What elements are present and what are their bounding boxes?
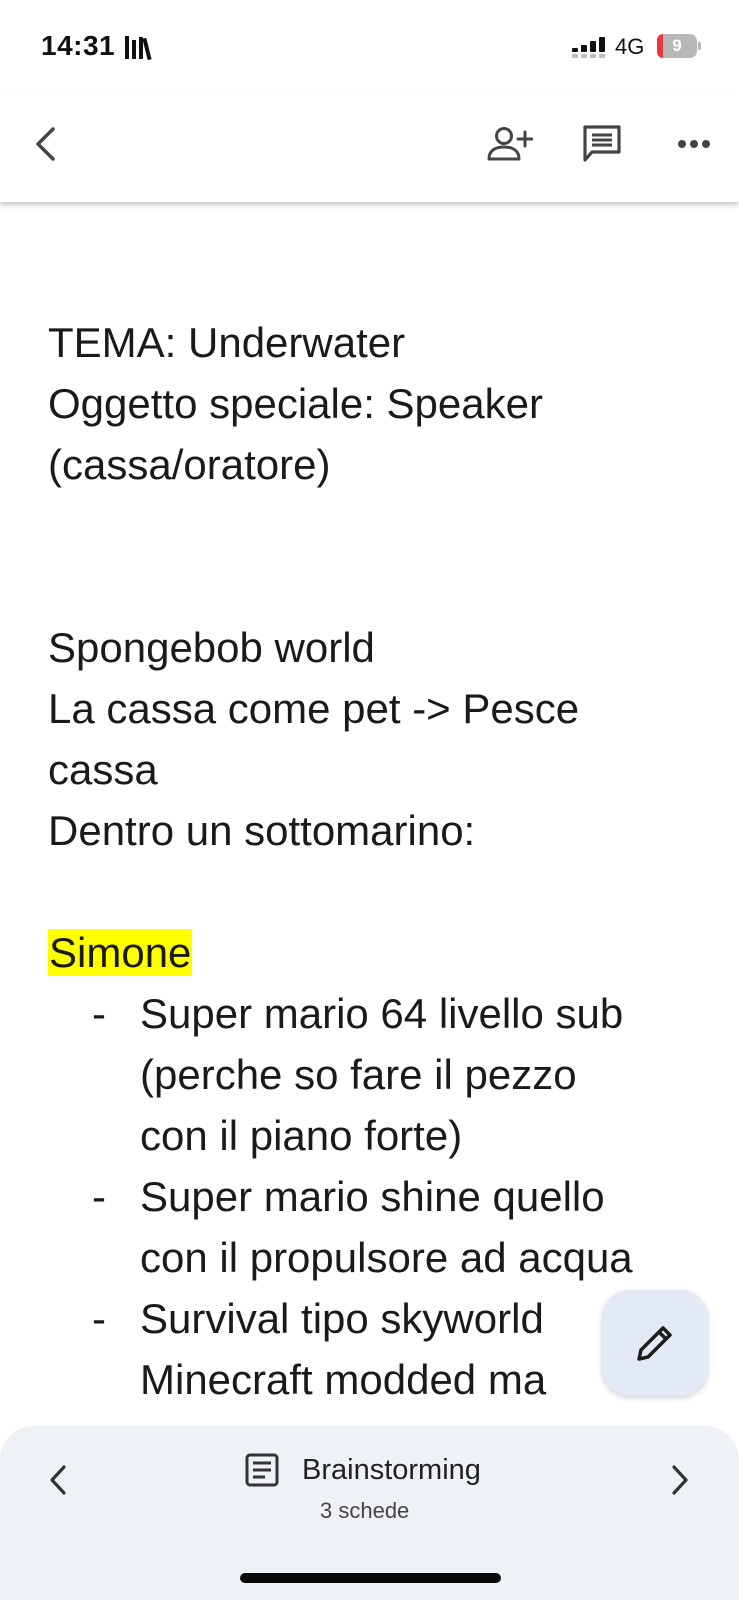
blank-lines bbox=[48, 495, 708, 617]
pencil-icon bbox=[637, 1326, 672, 1361]
highlighted-name: Simone bbox=[48, 929, 193, 976]
share-button[interactable] bbox=[482, 116, 538, 172]
list-item-line: (perche so fare il pezzo bbox=[140, 1051, 577, 1098]
document-title: Brainstorming bbox=[302, 1454, 481, 1486]
chevron-right-icon bbox=[672, 1465, 688, 1495]
comment-icon bbox=[583, 125, 621, 162]
network-type: 4G bbox=[615, 34, 645, 59]
battery-percentage: 9 bbox=[672, 36, 682, 55]
battery-tip bbox=[698, 42, 701, 50]
previous-tab-button[interactable] bbox=[30, 1452, 86, 1508]
section-heading: Simone bbox=[48, 922, 708, 983]
doc-line-idea-2-cont: cassa bbox=[48, 746, 158, 793]
document-icon bbox=[245, 1453, 279, 1487]
list-item-line: con il propulsore ad acqua bbox=[140, 1234, 633, 1281]
doc-line-theme: TEMA: Underwater bbox=[48, 319, 406, 366]
home-indicator[interactable] bbox=[240, 1573, 501, 1583]
list-item-line: con il piano forte) bbox=[140, 1112, 463, 1159]
more-options-button[interactable] bbox=[666, 116, 722, 172]
doc-line-special-object-note: (cassa/oratore) bbox=[48, 441, 331, 488]
status-bar: 14:31 4G 9 bbox=[0, 0, 739, 92]
doc-line-idea-3: Dentro un sottomarino: bbox=[48, 807, 476, 854]
back-button[interactable] bbox=[18, 116, 74, 172]
list-item-line: Super mario 64 livello sub bbox=[140, 990, 624, 1037]
back-icon bbox=[36, 127, 55, 161]
document-body: TEMA: Underwater Oggetto speciale: Speak… bbox=[48, 312, 708, 1410]
tabs-selector[interactable]: Brainstorming 3 schede bbox=[240, 1452, 510, 1532]
bullet-dash: - bbox=[92, 990, 106, 1037]
list-item: - Super mario shine quello con il propul… bbox=[48, 1166, 708, 1288]
books-icon bbox=[125, 36, 152, 60]
more-horiz-icon bbox=[678, 140, 710, 148]
battery-icon: 9 bbox=[657, 34, 701, 58]
edit-button[interactable] bbox=[602, 1290, 708, 1396]
screen: 14:31 4G 9 TEMA: Underwater Oggetto spec… bbox=[0, 0, 739, 1600]
status-time: 14:31 bbox=[41, 30, 116, 61]
list-item-line: Super mario shine quello bbox=[140, 1173, 605, 1220]
doc-line-idea-1: Spongebob world bbox=[48, 624, 375, 671]
bullet-dash: - bbox=[92, 1173, 106, 1220]
list-item: - Super mario 64 livello sub (perche so … bbox=[48, 983, 708, 1166]
chevron-left-icon bbox=[50, 1465, 66, 1495]
bullet-dash: - bbox=[92, 1295, 106, 1342]
add-person-icon bbox=[487, 127, 533, 161]
signal-icon bbox=[572, 37, 605, 58]
doc-line-special-object: Oggetto speciale: Speaker bbox=[48, 380, 543, 427]
comments-button[interactable] bbox=[574, 116, 630, 172]
doc-line-idea-2: La cassa come pet -> Pesce bbox=[48, 685, 580, 732]
app-bar bbox=[0, 92, 739, 202]
next-tab-button[interactable] bbox=[652, 1452, 708, 1508]
tab-count: 3 schede bbox=[320, 1498, 410, 1523]
